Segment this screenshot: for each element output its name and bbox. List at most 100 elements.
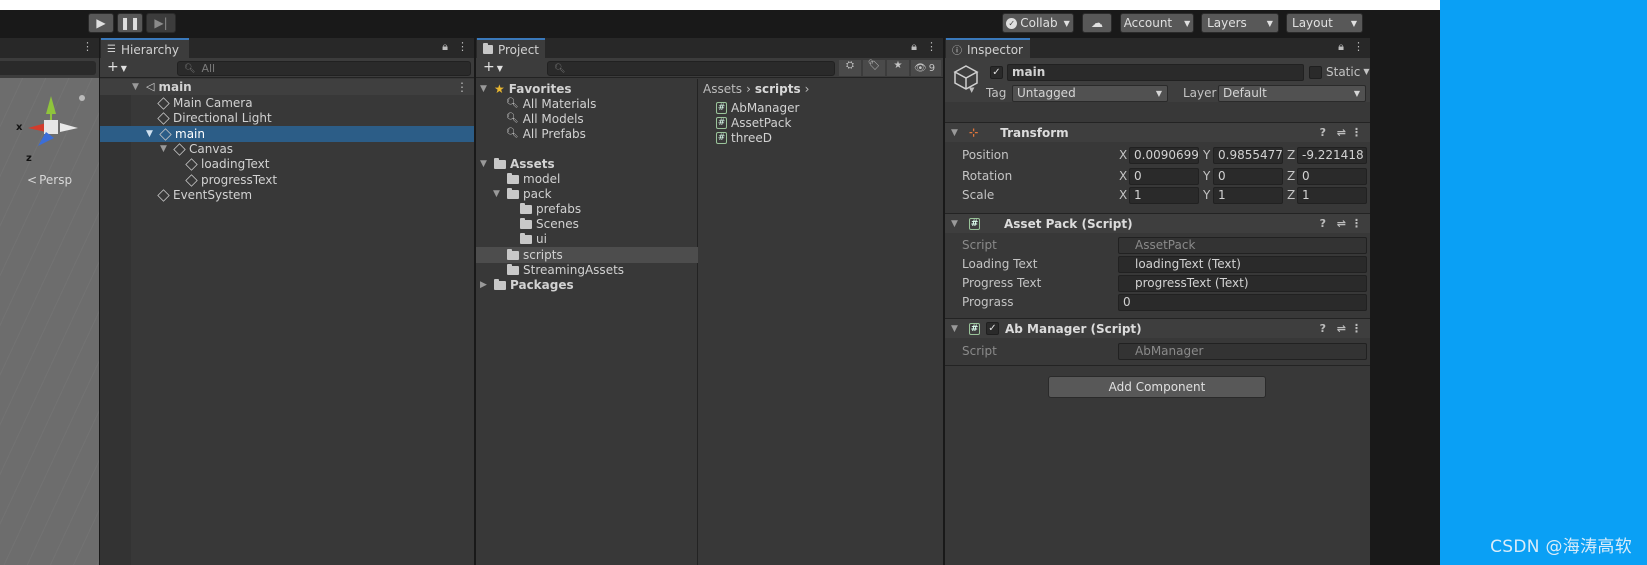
scene-menu-icon[interactable]: ⋮ bbox=[456, 79, 468, 95]
position-x-field[interactable]: 0.00906992 bbox=[1129, 147, 1199, 164]
tab-inspector-label: Inspector bbox=[967, 42, 1023, 57]
create-button[interactable]: + ▼ bbox=[107, 59, 127, 75]
lock-icon[interactable]: 🔒︎ bbox=[1338, 40, 1344, 54]
hierarchy-item[interactable]: EventSystem bbox=[157, 187, 252, 203]
hidden-packages-button[interactable]: 👁︎ 9 bbox=[911, 60, 941, 76]
lock-icon[interactable]: 🔒︎ bbox=[442, 40, 448, 54]
project-search-input[interactable]: 🔍︎ bbox=[547, 61, 835, 76]
cloud-button[interactable]: ☁ bbox=[1082, 13, 1112, 33]
active-checkbox[interactable]: ✓ bbox=[990, 66, 1003, 79]
folder-item[interactable]: prefabs bbox=[520, 201, 581, 217]
hierarchy-item-selected[interactable]: ▼ main bbox=[100, 126, 474, 142]
file-item[interactable]: # AssetPack bbox=[716, 115, 791, 131]
tag-dropdown[interactable]: Untagged ▼ bbox=[1012, 85, 1168, 102]
hierarchy-item[interactable]: progressText bbox=[185, 172, 277, 188]
help-icon[interactable]: ? bbox=[1320, 126, 1326, 139]
folder-item[interactable]: ui bbox=[520, 231, 547, 247]
menu-dots-icon[interactable]: ⋮ bbox=[457, 40, 468, 54]
hierarchy-item[interactable]: Directional Light bbox=[157, 110, 272, 126]
folder-icon bbox=[507, 172, 519, 184]
menu-dots-icon[interactable]: ⋮ bbox=[1351, 126, 1362, 139]
progress-text-field[interactable]: progressText (Text) bbox=[1118, 275, 1367, 292]
rotation-z-field[interactable]: 0 bbox=[1297, 168, 1367, 185]
ab-manager-enabled-checkbox[interactable]: ✓ bbox=[986, 322, 999, 335]
ab-manager-header[interactable]: ▼ # ✓ Ab Manager (Script) ? ⇌ ⋮ bbox=[945, 318, 1370, 338]
folder-icon bbox=[483, 43, 493, 54]
hierarchy-item[interactable]: Main Camera bbox=[157, 95, 253, 111]
breadcrumb-current[interactable]: scripts bbox=[755, 81, 801, 97]
position-y-field[interactable]: 0.9855477 bbox=[1213, 147, 1283, 164]
favorite-item[interactable]: 🔍︎ All Materials bbox=[506, 96, 596, 112]
asset-pack-header[interactable]: ▼ # Asset Pack (Script) ? ⇌ ⋮ bbox=[945, 213, 1370, 233]
scene-view[interactable]: ⋮ x z < Persp bbox=[0, 38, 99, 565]
favorite-item[interactable]: 🔍︎ All Models bbox=[506, 111, 584, 127]
collab-button[interactable]: ✓ Collab ▼ bbox=[1002, 13, 1074, 33]
static-dropdown[interactable]: Static ▼ bbox=[1326, 65, 1369, 79]
help-icon[interactable]: ? bbox=[1320, 217, 1326, 230]
lock-icon[interactable]: 🔒︎ bbox=[911, 40, 917, 54]
tab-inspector[interactable]: ⓘ Inspector bbox=[946, 38, 1030, 58]
folder-item[interactable]: model bbox=[507, 171, 560, 187]
file-label: threeD bbox=[731, 131, 772, 145]
hierarchy-item[interactable]: loadingText bbox=[185, 156, 269, 172]
scale-y-field[interactable]: 1 bbox=[1213, 187, 1283, 204]
tab-hierarchy[interactable]: ☰ Hierarchy bbox=[101, 38, 189, 58]
preset-icon[interactable]: ⇌ bbox=[1337, 217, 1346, 230]
file-item[interactable]: # threeD bbox=[716, 130, 772, 146]
folder-open-icon bbox=[507, 187, 519, 199]
persp-toggle[interactable]: < Persp bbox=[27, 173, 72, 187]
favorites-row[interactable]: ▼ ★ Favorites bbox=[480, 81, 571, 97]
layers-dropdown[interactable]: Layers ▼ bbox=[1201, 13, 1279, 33]
menu-dots-icon[interactable]: ⋮ bbox=[1351, 322, 1362, 335]
layer-dropdown[interactable]: Default ▼ bbox=[1218, 85, 1366, 102]
account-dropdown[interactable]: Account ▼ bbox=[1120, 13, 1194, 33]
hierarchy-search-input[interactable]: 🔍︎ All bbox=[177, 61, 471, 76]
folder-item[interactable]: ▼ pack bbox=[493, 186, 552, 202]
preset-icon[interactable]: ⇌ bbox=[1337, 322, 1346, 335]
play-button[interactable]: ▶ bbox=[88, 13, 114, 33]
star-filter-icon[interactable]: ★ bbox=[887, 60, 909, 76]
project-tabbar: Project 🔒︎ ⋮ bbox=[476, 38, 943, 58]
filter-type-icon[interactable]: ⛭ bbox=[839, 60, 861, 76]
transform-header[interactable]: ▼ ⊹ Transform ? ⇌ ⋮ bbox=[945, 122, 1370, 142]
gameobject-cube-icon bbox=[157, 188, 170, 202]
position-z-field[interactable]: -9.221418 bbox=[1297, 147, 1367, 164]
rotation-y-field[interactable]: 0 bbox=[1213, 168, 1283, 185]
assets-row[interactable]: ▼ Assets bbox=[480, 156, 555, 172]
scene-row[interactable]: ▼ ◁ main ⋮ bbox=[100, 79, 474, 95]
packages-row[interactable]: ▶ Packages bbox=[480, 277, 574, 293]
folder-item-selected[interactable]: scripts bbox=[476, 247, 698, 263]
add-component-button[interactable]: Add Component bbox=[1048, 376, 1266, 398]
folder-icon bbox=[520, 232, 532, 244]
menu-dots-icon[interactable]: ⋮ bbox=[1351, 217, 1362, 230]
pause-button[interactable]: ❚❚ bbox=[117, 13, 143, 33]
scene-menu-icon[interactable]: ⋮ bbox=[82, 40, 93, 53]
menu-dots-icon[interactable]: ⋮ bbox=[1353, 40, 1364, 54]
folder-item[interactable]: Scenes bbox=[520, 216, 579, 232]
orientation-gizmo-icon[interactable] bbox=[20, 92, 90, 162]
step-button[interactable]: ▶| bbox=[146, 13, 176, 33]
scene-search[interactable] bbox=[0, 61, 96, 75]
chevron-down-icon[interactable]: ▼ bbox=[969, 86, 974, 94]
breadcrumb-root[interactable]: Assets bbox=[703, 81, 742, 97]
filter-label-icon[interactable]: 🏷︎ bbox=[863, 60, 885, 76]
favorite-item[interactable]: 🔍︎ All Prefabs bbox=[506, 126, 586, 142]
help-icon[interactable]: ? bbox=[1320, 322, 1326, 335]
preset-icon[interactable]: ⇌ bbox=[1337, 126, 1346, 139]
loading-text-field[interactable]: loadingText (Text) bbox=[1118, 256, 1367, 273]
z-label: Z bbox=[1287, 148, 1296, 162]
folder-item[interactable]: StreamingAssets bbox=[507, 262, 624, 278]
scale-z-field[interactable]: 1 bbox=[1297, 187, 1367, 204]
layout-dropdown[interactable]: Layout ▼ bbox=[1286, 13, 1363, 33]
static-checkbox[interactable] bbox=[1309, 66, 1322, 79]
menu-dots-icon[interactable]: ⋮ bbox=[926, 40, 937, 54]
create-button[interactable]: + ▼ bbox=[483, 59, 503, 75]
scale-x-field[interactable]: 1 bbox=[1129, 187, 1199, 204]
tab-project[interactable]: Project bbox=[477, 38, 545, 58]
plus-icon: + bbox=[483, 59, 495, 75]
hierarchy-item[interactable]: ▼ Canvas bbox=[160, 141, 233, 157]
rotation-x-field[interactable]: 0 bbox=[1129, 168, 1199, 185]
object-name-input[interactable]: main bbox=[1007, 64, 1304, 81]
file-item[interactable]: # AbManager bbox=[716, 100, 799, 116]
prograss-field[interactable]: 0 bbox=[1118, 294, 1367, 311]
